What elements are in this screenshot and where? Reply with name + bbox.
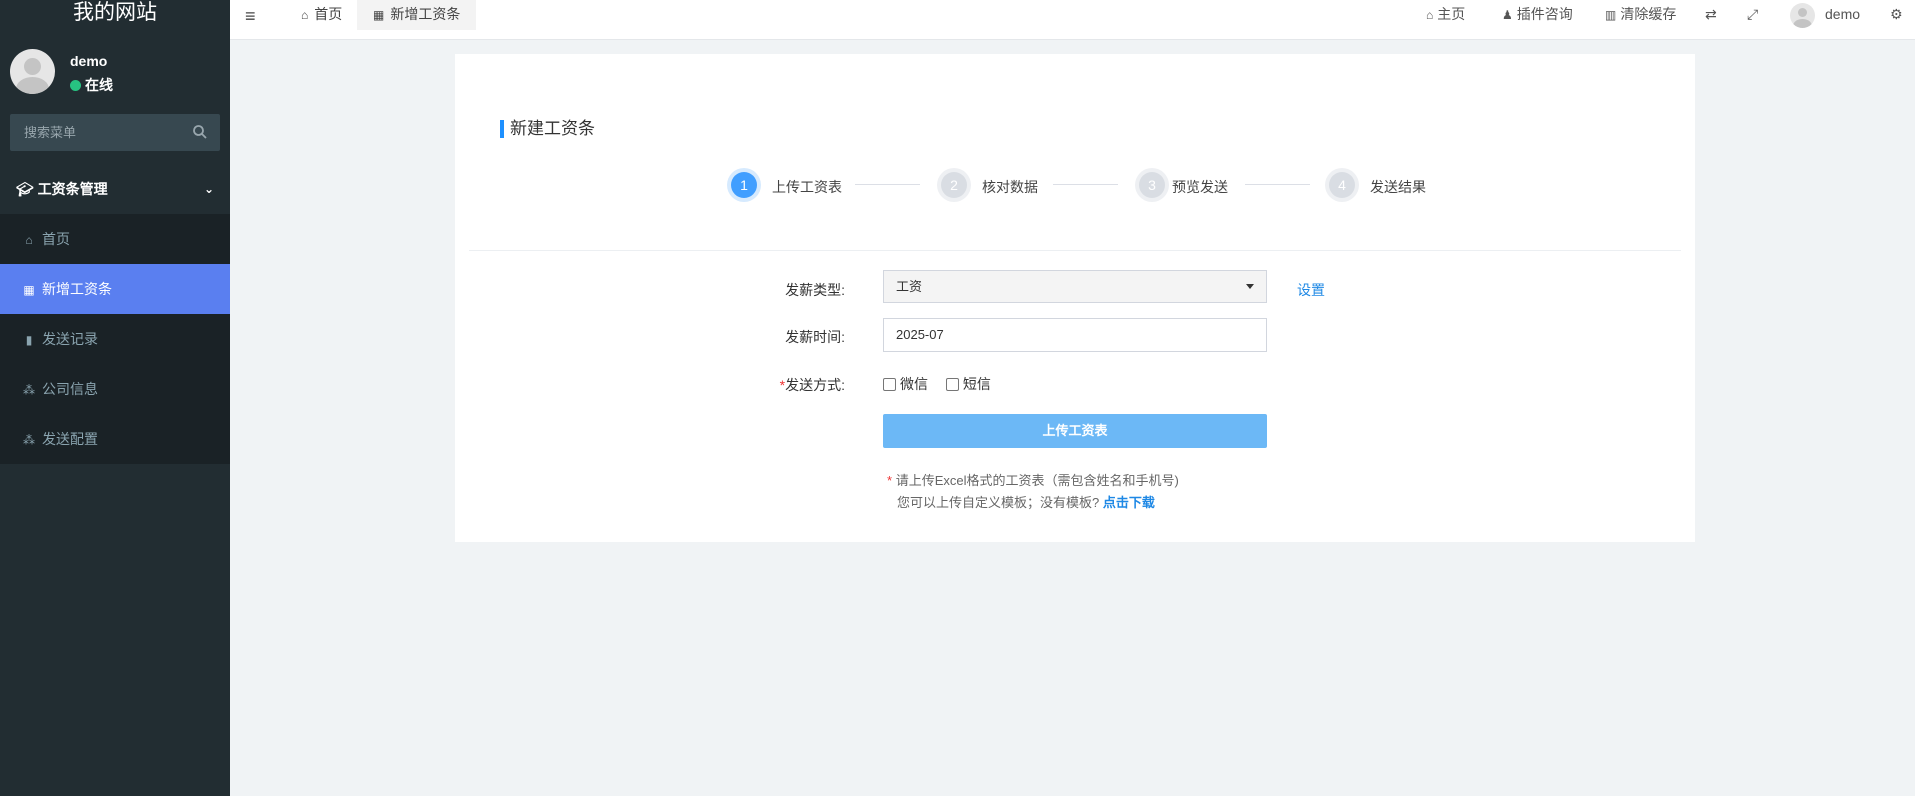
gears-icon[interactable]: ⚙ [1890, 0, 1903, 30]
sms-label: 短信 [962, 376, 991, 392]
chevron-down-icon: ⌄ [203, 182, 214, 196]
user-name: demo [70, 53, 108, 69]
qq-icon: ♟ [1502, 8, 1513, 22]
divider [469, 250, 1681, 251]
top-user-name[interactable]: demo [1825, 0, 1860, 30]
nav-plugin-consult[interactable]: ♟ 插件咨询 [1502, 0, 1573, 30]
fullscreen-icon[interactable]: ⤢ [1747, 0, 1758, 30]
wechat-option[interactable]: 微信 [883, 374, 928, 394]
user-panel: demo 在线 [10, 49, 220, 94]
avatar [10, 49, 55, 94]
calendar-icon: ▦ [23, 283, 35, 297]
brand-title[interactable]: 我的网站 [0, 0, 230, 30]
step-number: 1 [731, 172, 757, 198]
tab-new-payslip[interactable]: ▦ 新增工资条 [357, 0, 477, 30]
nav-home-label: 主页 [1437, 6, 1466, 22]
sidebar-item-label: 公司信息 [42, 381, 98, 397]
sidebar-item-label: 发送记录 [42, 331, 98, 347]
pay-time-label: 发薪时间: [785, 329, 845, 345]
hint-line-2: 您可以上传自定义模板；没有模板? [897, 495, 1100, 510]
nav-plugin-label: 插件咨询 [1516, 6, 1573, 22]
step-number: 2 [941, 172, 967, 198]
send-method-label-text: 发送方式: [785, 377, 845, 393]
search-icon[interactable] [192, 124, 208, 140]
menu-toggle-icon[interactable]: ≡ [245, 6, 256, 27]
sidebar-item-send-records[interactable]: ▮ 发送记录 [0, 314, 230, 364]
sidebar-item-send-config[interactable]: ⁂ 发送配置 [0, 414, 230, 464]
sidebar: 我的网站 demo 在线 🎓︎ 工资条管理 ⌄ ⌂ 首页 ▦ 新增工资条 ▮ 发送记录… [0, 0, 230, 796]
sms-checkbox[interactable] [945, 378, 959, 391]
graduation-cap-icon: 🎓︎ [16, 181, 34, 197]
main-card: 新建工资条 1 上传工资表 2 核对数据 3 预览发送 4 发送结果 发薪类型:… [455, 54, 1695, 542]
sidebar-item-label: 发送配置 [42, 431, 98, 447]
tab-home[interactable]: ⌂ 首页 [285, 0, 358, 30]
step-number: 4 [1329, 172, 1355, 198]
cubes-icon: ⁂ [23, 383, 35, 397]
tab-label: 首页 [314, 6, 343, 22]
submenu: ⌂ 首页 ▦ 新增工资条 ▮ 发送记录 ⁂ 公司信息 ⁂ 发送配置 [0, 214, 230, 464]
calendar-icon: ▦ [373, 8, 385, 22]
pay-type-label: 发薪类型: [785, 282, 845, 298]
download-template-link[interactable]: 点击下载 [1103, 495, 1155, 510]
caret-down-icon [1246, 284, 1254, 289]
menu-search-input[interactable] [10, 114, 185, 151]
step-connector [1245, 184, 1310, 185]
wechat-checkbox[interactable] [883, 378, 896, 391]
template-hint: 您可以上传自定义模板；没有模板? 点击下载 [897, 492, 1155, 511]
settings-link[interactable]: 设置 [1297, 280, 1325, 300]
tab-label: 新增工资条 [390, 6, 461, 22]
file-icon: ▮ [25, 333, 33, 347]
menu-search [10, 114, 220, 151]
home-icon: ⌂ [1426, 8, 1434, 22]
step-connector [855, 184, 920, 185]
step-label: 发送结果 [1370, 179, 1426, 195]
send-method-options: 微信 短信 [883, 374, 1005, 394]
send-method-label: *发送方式: [685, 375, 845, 395]
trash-icon: ▥ [1605, 8, 1617, 22]
step-label: 上传工资表 [772, 179, 842, 195]
sidebar-item-home[interactable]: ⌂ 首页 [0, 214, 230, 264]
sidebar-item-new-payslip[interactable]: ▦ 新增工资条 [0, 264, 230, 314]
pay-time-input[interactable]: 2025-07 [883, 318, 1267, 352]
sidebar-item-label: 新增工资条 [42, 281, 112, 297]
step-label: 预览发送 [1172, 179, 1228, 195]
hint-line-1: 请上传Excel格式的工资表（需包含姓名和手机号) [895, 473, 1179, 488]
hint-star: * [887, 473, 893, 488]
step-label: 核对数据 [982, 179, 1038, 195]
nav-clear-cache[interactable]: ▥ 清除缓存 [1605, 0, 1676, 30]
home-icon: ⌂ [25, 233, 33, 247]
sidebar-item-label: 首页 [42, 231, 70, 247]
wechat-label: 微信 [900, 376, 928, 392]
step-connector [1053, 184, 1118, 185]
online-dot-icon [70, 80, 81, 91]
user-status: 在线 [70, 75, 113, 95]
upload-salary-button[interactable]: 上传工资表 [883, 414, 1267, 448]
pay-type-select[interactable]: 工资 [883, 270, 1267, 303]
step-number: 3 [1139, 172, 1165, 198]
nav-home[interactable]: ⌂ 主页 [1426, 0, 1465, 30]
nav-clear-cache-label: 清除缓存 [1620, 6, 1677, 22]
sms-option[interactable]: 短信 [945, 374, 991, 394]
top-avatar[interactable] [1790, 3, 1815, 28]
menu-group-salary[interactable]: 🎓︎ 工资条管理 ⌄ [0, 169, 230, 209]
home-icon: ⌂ [301, 8, 309, 22]
page-title: 新建工资条 [500, 120, 595, 138]
pay-type-value: 工资 [896, 279, 923, 294]
user-status-label: 在线 [85, 77, 113, 93]
translate-icon[interactable]: ⇄ [1705, 0, 1717, 30]
sidebar-item-company-info[interactable]: ⁂ 公司信息 [0, 364, 230, 414]
upload-hint: * 请上传Excel格式的工资表（需包含姓名和手机号) [887, 470, 1179, 489]
menu-group-label: 工资条管理 [37, 181, 108, 197]
topbar: ≡ ⌂ 首页 ▦ 新增工资条 ⌂ 主页 ♟ 插件咨询 ▥ 清除缓存 ⇄ ⤢ demo ⚙ [230, 0, 1915, 40]
cubes-icon: ⁂ [23, 433, 35, 447]
